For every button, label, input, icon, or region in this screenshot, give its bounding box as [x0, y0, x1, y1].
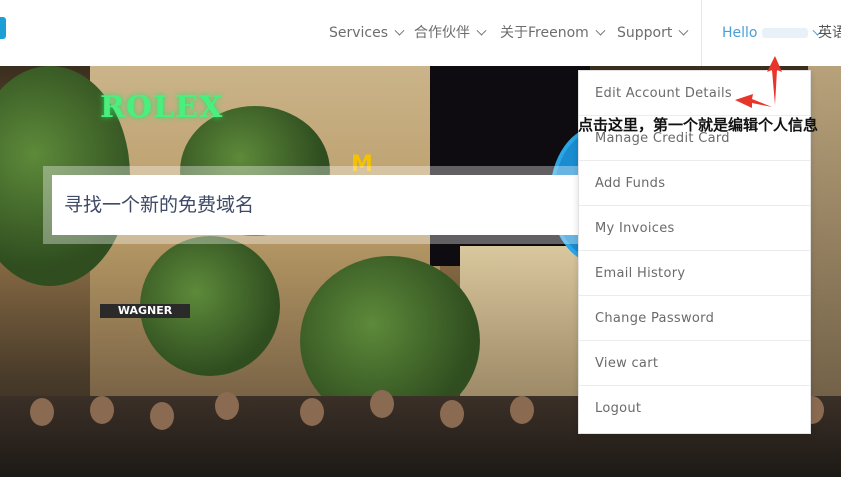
hello-label: Hello	[722, 25, 758, 41]
chevron-down-icon	[678, 25, 689, 36]
language-label: 英语	[818, 25, 841, 41]
nav-support[interactable]: Support	[617, 22, 689, 44]
rolex-sign: ROLEX	[100, 90, 224, 125]
menu-item-change-password[interactable]: Change Password	[579, 296, 810, 341]
shop-sign-text: WAGNER	[117, 304, 173, 317]
chevron-down-icon	[394, 25, 405, 36]
nav-support-label: Support	[617, 25, 673, 41]
account-menu-toggle[interactable]: Hello	[722, 22, 822, 44]
annotation-note: 点击这里，第一个就是编辑个人信息	[578, 116, 819, 134]
menu-item-label: Edit Account Details	[595, 86, 732, 101]
menu-item-label: Add Funds	[595, 176, 666, 191]
menu-item-email-history[interactable]: Email History	[579, 251, 810, 296]
nav-services-label: Services	[329, 25, 389, 41]
menu-item-label: View cart	[595, 356, 659, 371]
nav-about-label: 关于Freenom	[500, 25, 589, 41]
nav-divider	[701, 0, 702, 66]
nav-partners[interactable]: 合作伙伴	[414, 22, 487, 44]
crowd-person	[370, 390, 394, 418]
username-redacted	[761, 28, 808, 38]
menu-item-label: My Invoices	[595, 221, 675, 236]
crowd-person	[440, 400, 464, 428]
nav-about[interactable]: 关于Freenom	[500, 22, 606, 44]
crowd-person	[510, 396, 534, 424]
menu-item-label: Email History	[595, 266, 686, 281]
nav-services[interactable]: Services	[329, 22, 405, 44]
top-navbar: Services 合作伙伴 关于Freenom Support Hello 英语	[0, 0, 841, 66]
freenom-logo[interactable]	[0, 17, 6, 39]
crowd-person	[150, 402, 174, 430]
chevron-down-icon	[476, 25, 487, 36]
menu-item-add-funds[interactable]: Add Funds	[579, 161, 810, 206]
domain-search-input[interactable]	[52, 175, 592, 235]
menu-item-view-cart[interactable]: View cart	[579, 341, 810, 386]
crowd-person	[215, 392, 239, 420]
crowd-person	[30, 398, 54, 426]
crowd-person	[90, 396, 114, 424]
chevron-down-icon	[595, 25, 606, 36]
menu-item-logout[interactable]: Logout	[579, 386, 810, 431]
menu-item-label: Change Password	[595, 311, 715, 326]
menu-item-my-invoices[interactable]: My Invoices	[579, 206, 810, 251]
menu-item-label: Logout	[595, 401, 642, 416]
shop-sign: WAGNER	[100, 304, 190, 318]
crowd-person	[300, 398, 324, 426]
menu-item-edit-account-details[interactable]: Edit Account Details	[579, 71, 810, 116]
nav-partners-label: 合作伙伴	[414, 25, 470, 41]
language-selector[interactable]: 英语	[818, 22, 841, 44]
